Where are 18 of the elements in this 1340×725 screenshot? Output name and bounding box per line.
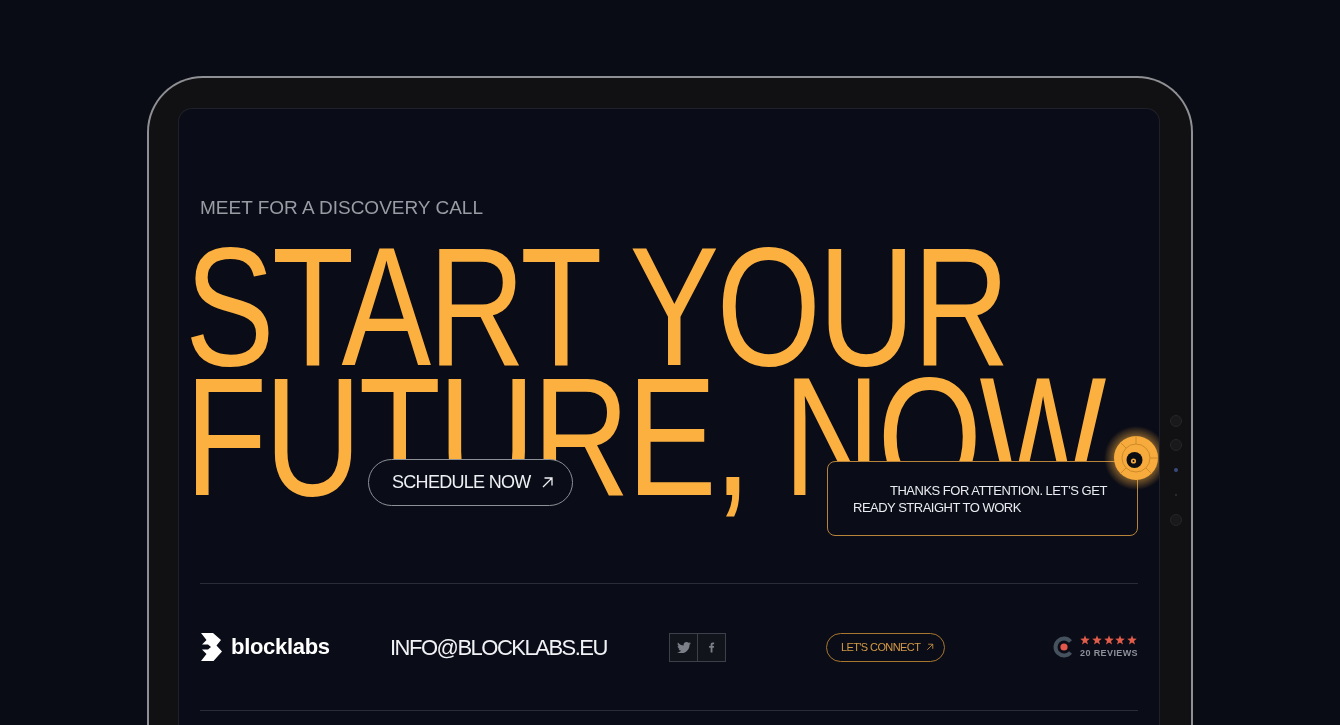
star-icon <box>1127 635 1137 645</box>
eyebrow-text: MEET FOR A DISCOVERY CALL <box>200 196 483 220</box>
email-link[interactable]: INFO@BLOCKLABS.EU <box>390 630 607 664</box>
bird-icon <box>676 641 691 653</box>
reviews-count: 20 REVIEWS <box>1080 648 1139 659</box>
brand-name: blocklabs <box>231 633 330 661</box>
arrow-up-right-icon <box>926 643 935 651</box>
social-button[interactable] <box>697 632 726 662</box>
star-icon <box>1115 635 1126 645</box>
sensor-dots-icon <box>1169 414 1183 526</box>
star-icon <box>1091 635 1102 645</box>
social-button[interactable] <box>669 632 698 662</box>
headline-line: START YOUR <box>185 242 1008 372</box>
letter-f-icon <box>708 640 715 654</box>
logo-icon <box>200 633 222 661</box>
star-icon <box>1080 635 1090 645</box>
c-ring-icon <box>1053 636 1075 658</box>
star-icon <box>1103 635 1114 645</box>
